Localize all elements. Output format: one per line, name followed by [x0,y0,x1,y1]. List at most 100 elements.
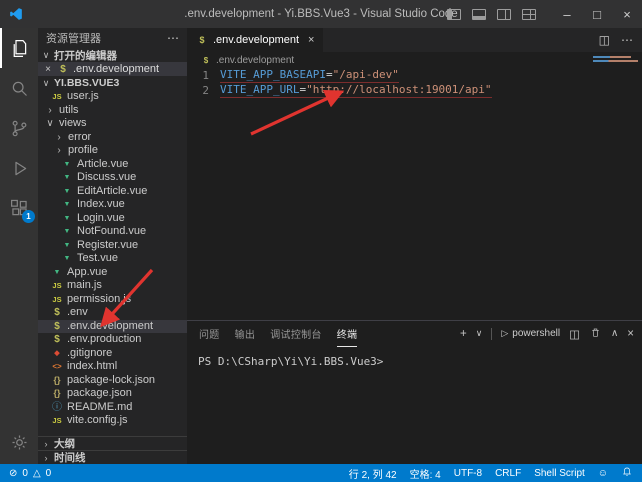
kill-terminal-icon[interactable] [589,326,602,342]
extensions-icon[interactable]: 1 [0,188,38,228]
outline-section[interactable]: › 大纲 [38,436,187,450]
tree-item-article-vue[interactable]: ▼ Article.vue [38,158,187,172]
code-editor[interactable]: 1 VITE_APP_BASEAPI="/api-dev" 2 VITE_APP… [187,68,642,98]
file-name: NotFound.vue [77,225,146,239]
tree-item-env[interactable]: $.env [38,306,187,320]
file-name: .env [67,306,88,320]
customize-layout-icon[interactable] [522,9,536,20]
close-window-button[interactable]: × [612,0,642,28]
explorer-sidebar: 资源管理器 ⋯ ∨ 打开的编辑器 × $ .env.development ∨ … [38,28,187,464]
language-mode[interactable]: Shell Script [534,468,585,479]
tree-item-env-development[interactable]: $.env.development [38,320,187,334]
tree-item-editarticle-vue[interactable]: ▼EditArticle.vue [38,185,187,199]
tree-item-test-vue[interactable]: ▼Test.vue [38,252,187,266]
new-terminal-icon[interactable]: + [460,328,467,340]
split-terminal-icon[interactable]: ◫ [569,327,580,341]
code-line: 1 VITE_APP_BASEAPI="/api-dev" [187,68,642,83]
settings-gear-icon[interactable] [0,422,38,462]
search-icon[interactable] [0,68,38,108]
indentation[interactable]: 空格: 4 [410,466,441,481]
chevron-down-icon: ∨ [41,50,51,61]
folder-name: error [68,131,91,145]
sidebar-header: 资源管理器 ⋯ [38,28,187,48]
warnings-icon[interactable]: △ [33,468,41,479]
sidebar-more-actions-icon[interactable]: ⋯ [167,31,179,45]
file-name: Article.vue [77,158,128,172]
errors-count[interactable]: 0 [22,468,28,479]
vue-icon: ▼ [61,171,73,185]
tree-item-error[interactable]: › error [38,131,187,145]
open-editors-section[interactable]: ∨ 打开的编辑器 [38,48,187,62]
tree-item-views[interactable]: ∨views [38,117,187,131]
tree-item-profile[interactable]: ›profile [38,144,187,158]
minimize-button[interactable]: – [552,0,582,28]
tree-item-register-vue[interactable]: ▼Register.vue [38,239,187,253]
activity-bar: 1 [0,28,38,464]
breadcrumb[interactable]: $ .env.development [187,52,642,68]
editor-more-actions-icon[interactable]: ⋯ [621,33,633,47]
chevron-right-icon: › [41,453,51,463]
cursor-position[interactable]: 行 2, 列 42 [349,466,397,481]
split-editor-icon[interactable]: ◫ [599,33,610,47]
terminal[interactable]: PS D:\CSharp\Yi\Yi.BBS.Vue3> [187,346,642,368]
tab-env-development[interactable]: $ .env.development × [187,28,323,52]
toggle-panel-icon[interactable] [472,9,486,20]
terminal-instance-powershell[interactable]: ▷ powershell [501,328,560,339]
open-editor-item[interactable]: × $ .env.development [38,62,187,76]
tree-item-gitignore[interactable]: ◆.gitignore [38,347,187,361]
tree-item-package-json[interactable]: {}package.json [38,387,187,401]
tree-item-index-vue[interactable]: ▼Index.vue [38,198,187,212]
extensions-badge: 1 [22,210,35,223]
git-icon: ◆ [51,347,63,361]
tree-item-main-js[interactable]: JSmain.js [38,279,187,293]
tab-close-icon[interactable]: × [308,34,314,46]
project-section[interactable]: ∨ YI.BBS.VUE3 [38,76,187,90]
terminal-profile-dropdown-icon[interactable]: ∨ [476,328,483,339]
tree-item-index-html[interactable]: <>index.html [38,360,187,374]
source-control-icon[interactable] [0,108,38,148]
toggle-secondary-sidebar-icon[interactable] [497,9,511,20]
minimap[interactable] [593,56,639,64]
tree-item-app-vue[interactable]: ▼App.vue [38,266,187,280]
maximize-button[interactable]: □ [582,0,612,28]
tree-item-env-production[interactable]: $.env.production [38,333,187,347]
env-value: "http://localhost:19001/api" [306,83,491,96]
notifications-bell-icon[interactable] [621,466,633,481]
tree-item-discuss-vue[interactable]: ▼Discuss.vue [38,171,187,185]
close-editor-icon[interactable]: × [43,64,53,75]
tree-item-utils[interactable]: ›utils [38,104,187,118]
file-name: user.js [67,90,99,104]
vue-icon: ▼ [61,158,73,172]
tab-terminal[interactable]: 终端 [337,321,358,347]
run-debug-icon[interactable] [0,148,38,188]
errors-icon[interactable]: ⊘ [9,468,17,479]
bottom-panel: 问题 输出 调试控制台 终端 + ∨ ▷ powershell ◫ ∧ × [187,320,642,464]
project-label: YI.BBS.VUE3 [54,77,119,89]
maximize-panel-icon[interactable]: ∧ [611,328,618,339]
tab-debug-console[interactable]: 调试控制台 [270,321,322,346]
toggle-sidebar-icon[interactable] [447,9,461,20]
chevron-right-icon: › [54,131,64,145]
tree-item-login-vue[interactable]: ▼Login.vue [38,212,187,226]
feedback-smiley-icon[interactable]: ☺ [598,468,608,479]
close-panel-icon[interactable]: × [627,328,634,340]
chevron-down-icon: ∨ [41,78,51,89]
tab-problems[interactable]: 问题 [199,321,220,346]
tab-output[interactable]: 输出 [235,321,256,346]
tree-item-permission-js[interactable]: JSpermission.js [38,293,187,307]
tree-item-vite-config-js[interactable]: JSvite.config.js [38,414,187,428]
file-name: README.md [67,401,132,415]
warnings-count[interactable]: 0 [46,468,52,479]
separator [491,328,492,340]
vue-icon: ▼ [61,212,73,226]
js-icon: JS [51,90,63,104]
tree-item-package-lock-json[interactable]: {}package-lock.json [38,374,187,388]
timeline-section[interactable]: › 时间线 [38,450,187,464]
tree-item-user-js[interactable]: JS user.js [38,90,187,104]
encoding[interactable]: UTF-8 [454,468,482,479]
tree-item-readme-md[interactable]: ⓘREADME.md [38,401,187,415]
explorer-icon[interactable] [0,28,38,68]
tree-item-notfound-vue[interactable]: ▼NotFound.vue [38,225,187,239]
eol-sequence[interactable]: CRLF [495,468,521,479]
file-tree: JSuser.js ›utils ∨views ›error ›profile … [38,90,187,428]
